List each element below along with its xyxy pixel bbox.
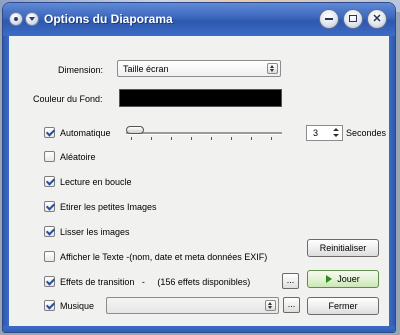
- loop-label: Lecture en boucle: [60, 177, 132, 187]
- interval-slider-track[interactable]: [126, 132, 282, 135]
- loop-checkbox[interactable]: [44, 176, 55, 187]
- showtext-checkbox[interactable]: [44, 251, 55, 262]
- bgcolor-label: Couleur du Fond:: [33, 94, 103, 104]
- maximize-button[interactable]: [343, 9, 363, 29]
- slider-tick: [171, 137, 172, 140]
- smooth-checkbox[interactable]: [44, 226, 55, 237]
- aleatoire-checkbox[interactable]: [44, 151, 55, 162]
- reset-button-label: Reinitialiser: [319, 243, 367, 253]
- play-icon: [326, 274, 333, 283]
- slider-tick: [131, 137, 132, 140]
- music-browse-button[interactable]: ...: [283, 297, 300, 313]
- window-frame-bottom: [3, 326, 395, 332]
- seconds-label: Secondes: [346, 128, 387, 138]
- window-frame-right: [389, 36, 395, 326]
- interval-slider-thumb[interactable]: [126, 126, 144, 134]
- automatique-checkbox[interactable]: [44, 127, 55, 138]
- aleatoire-label: Aléatoire: [60, 152, 96, 162]
- close-dialog-button[interactable]: Fermer: [307, 297, 379, 315]
- minimize-icon: [325, 18, 333, 20]
- slider-tick: [191, 137, 192, 140]
- seconds-value: 3: [313, 128, 319, 138]
- reset-button[interactable]: Reinitialiser: [307, 239, 379, 257]
- stretch-checkbox[interactable]: [44, 201, 55, 212]
- music-checkbox[interactable]: [44, 300, 55, 311]
- effects-label: Effets de transition - (156 effets dispo…: [60, 277, 251, 287]
- maximize-icon: [349, 15, 357, 22]
- play-button[interactable]: Jouer: [307, 270, 379, 288]
- options-dialog: Options du Diaporama ✕ Dimension: Taille…: [2, 2, 396, 333]
- close-button-label: Fermer: [328, 301, 358, 311]
- slider-tick: [151, 137, 152, 140]
- title-bar[interactable]: Options du Diaporama ✕: [3, 3, 395, 36]
- seconds-spinner[interactable]: 3: [306, 125, 343, 141]
- slider-tick: [211, 137, 212, 140]
- rollup-icon[interactable]: [25, 12, 39, 26]
- dialog-content: Dimension: Taille écran Couleur du Fond:…: [9, 36, 389, 326]
- close-button[interactable]: ✕: [367, 9, 387, 29]
- slider-tick: [271, 137, 272, 140]
- automatique-label: Automatique: [60, 128, 111, 138]
- spin-down-icon[interactable]: [331, 133, 341, 139]
- effects-checkbox[interactable]: [44, 276, 55, 287]
- dimension-value: Taille écran: [123, 64, 169, 74]
- music-label: Musique: [60, 301, 95, 311]
- slider-tick: [251, 137, 252, 140]
- play-button-label: Jouer: [337, 274, 360, 284]
- window-title: Options du Diaporama: [44, 12, 173, 26]
- dropdown-arrow-icon: [267, 63, 278, 74]
- smooth-label: Lisser les images: [60, 227, 130, 237]
- dimension-select[interactable]: Taille écran: [117, 60, 281, 77]
- dimension-label: Dimension:: [58, 65, 104, 75]
- close-icon: ✕: [372, 13, 382, 25]
- bgcolor-swatch[interactable]: [119, 89, 282, 107]
- minimize-button[interactable]: [319, 9, 339, 29]
- dropdown-arrow-icon: [265, 300, 276, 311]
- system-menu-icon[interactable]: [9, 12, 23, 26]
- music-select[interactable]: [106, 297, 279, 314]
- slider-tick: [231, 137, 232, 140]
- effects-browse-button[interactable]: ...: [282, 273, 299, 289]
- stretch-label: Etirer les petites Images: [60, 202, 157, 212]
- showtext-label: Afficher le Texte -(nom, date et meta do…: [60, 252, 268, 262]
